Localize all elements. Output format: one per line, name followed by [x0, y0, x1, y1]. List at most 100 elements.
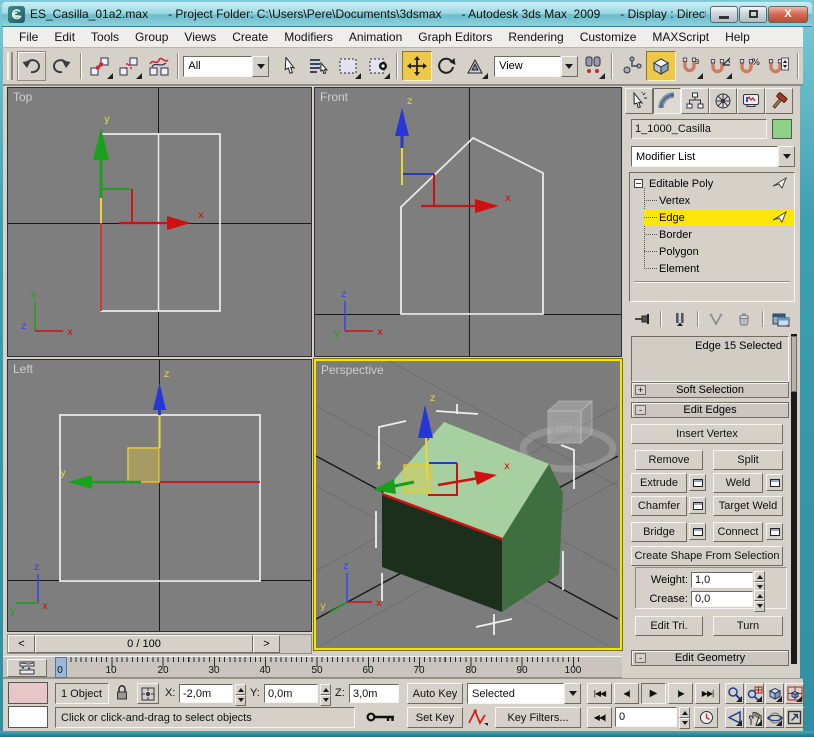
toolbar-drag-handle[interactable] — [7, 52, 13, 80]
key-mode-toggle-button[interactable]: ◀◀| — [587, 707, 612, 728]
reference-coordinate-dropdown[interactable]: View — [494, 55, 578, 77]
rollout-soft-selection[interactable]: + Soft Selection — [631, 382, 789, 398]
menu-maxscript[interactable]: MAXScript — [644, 28, 717, 46]
make-unique-button[interactable] — [705, 309, 727, 329]
rollout-collapse-icon[interactable]: - — [635, 405, 646, 415]
stack-row-editable-poly[interactable]: Editable Poly — [634, 175, 794, 192]
tab-hierarchy[interactable] — [681, 88, 709, 114]
stack-row-element[interactable]: Element — [644, 260, 794, 277]
viewport-left-canvas[interactable]: z y z y x — [8, 360, 311, 631]
use-pivot-point-center-button[interactable] — [578, 51, 607, 81]
viewport-left[interactable]: z y z y x Left — [7, 359, 312, 632]
connect-settings-button[interactable] — [766, 523, 783, 540]
viewport-left-label[interactable]: Left — [13, 362, 33, 376]
maxscript-mini-listener-white[interactable] — [8, 706, 48, 728]
viewport-top-canvas[interactable]: y x y x z — [8, 88, 311, 356]
remove-button[interactable]: Remove — [635, 450, 703, 470]
maximize-viewport-toggle-button[interactable] — [785, 707, 804, 728]
viewport-perspective-canvas[interactable]: z y x z y x — [316, 361, 618, 646]
viewport-perspective[interactable]: z y x z y x Perspective — [313, 358, 623, 651]
menu-modifiers[interactable]: Modifiers — [276, 28, 341, 46]
weight-spinner[interactable] — [754, 570, 765, 593]
arc-rotate-button[interactable] — [765, 707, 784, 728]
title-bar[interactable]: ES_Casilla_01a2.max - Project Folder: C:… — [2, 2, 812, 27]
configure-modifier-sets-button[interactable] — [770, 309, 792, 329]
bridge-button[interactable]: Bridge — [631, 522, 687, 542]
select-object-button[interactable] — [275, 51, 304, 81]
tab-modify[interactable] — [653, 88, 681, 114]
stack-row-edge[interactable]: Edge — [644, 209, 794, 226]
pin-stack-button[interactable] — [632, 309, 654, 329]
extrude-settings-button[interactable] — [689, 474, 706, 491]
show-end-result-button[interactable] — [669, 309, 691, 329]
rollout-edit-geometry[interactable]: - Edit Geometry — [631, 650, 789, 666]
insert-vertex-button[interactable]: Insert Vertex — [631, 424, 783, 444]
time-slider-next-button[interactable]: > — [253, 635, 280, 653]
weld-settings-button[interactable] — [766, 474, 783, 491]
viewport-front-canvas[interactable]: z x z x y — [315, 88, 621, 356]
rectangular-selection-region-button[interactable] — [334, 51, 363, 81]
stack-row-vertex[interactable]: Vertex — [644, 192, 794, 209]
pan-button[interactable] — [745, 707, 764, 728]
key-filters-button[interactable]: Key Filters... — [495, 707, 581, 728]
frame-spinner[interactable] — [679, 707, 690, 729]
panel-scrollbar-thumb[interactable] — [791, 336, 797, 392]
zoom-extents-button[interactable] — [765, 683, 784, 704]
zoom-button[interactable] — [725, 683, 744, 704]
menu-file[interactable]: File — [11, 28, 46, 46]
angle-snap-button[interactable] — [705, 51, 734, 81]
auto-key-button[interactable]: Auto Key — [407, 683, 463, 704]
dropdown-arrow-icon[interactable] — [252, 55, 270, 77]
object-name-field[interactable] — [631, 119, 767, 139]
spinner-snap-button[interactable] — [764, 51, 793, 81]
select-and-move-button[interactable] — [402, 51, 432, 81]
menu-tools[interactable]: Tools — [83, 28, 127, 46]
panel-scrollbar[interactable] — [791, 334, 797, 664]
menu-edit[interactable]: Edit — [46, 28, 83, 46]
viewport-perspective-label[interactable]: Perspective — [321, 363, 384, 377]
x-spinner[interactable] — [235, 684, 246, 706]
dropdown-arrow-icon[interactable] — [564, 683, 581, 704]
weight-field[interactable] — [691, 571, 753, 588]
next-frame-button[interactable]: |▶ — [668, 683, 693, 704]
window-crossing-toggle-button[interactable] — [363, 51, 392, 81]
menu-customize[interactable]: Customize — [572, 28, 645, 46]
viewport-front-label[interactable]: Front — [320, 90, 348, 104]
percent-snap-button[interactable]: % — [734, 51, 763, 81]
stack-row-border[interactable]: Border — [644, 226, 794, 243]
selection-set-dropdown[interactable]: Selected — [467, 683, 581, 704]
viewport-front[interactable]: z x z x y Front — [314, 87, 622, 357]
menu-animation[interactable]: Animation — [341, 28, 410, 46]
x-coordinate-field[interactable] — [179, 684, 233, 703]
menu-graph-editors[interactable]: Graph Editors — [410, 28, 500, 46]
select-and-rotate-button[interactable] — [432, 51, 461, 81]
selection-lock-toggle[interactable] — [115, 684, 129, 705]
zoom-all-button[interactable] — [745, 683, 764, 704]
menu-group[interactable]: Group — [127, 28, 176, 46]
select-and-link-button[interactable] — [86, 51, 115, 81]
edit-tri-button[interactable]: Edit Tri. — [635, 616, 703, 636]
menu-rendering[interactable]: Rendering — [500, 28, 571, 46]
extrude-button[interactable]: Extrude — [631, 473, 687, 493]
tab-motion[interactable] — [709, 88, 737, 114]
collapse-icon[interactable] — [634, 179, 643, 188]
undo-button[interactable] — [16, 51, 47, 81]
open-mini-curve-editor-button[interactable] — [7, 659, 47, 677]
turn-button[interactable]: Turn — [713, 616, 783, 636]
y-spinner[interactable] — [320, 684, 331, 706]
viewport-top[interactable]: y x y x z Top — [7, 87, 312, 357]
stack-row-polygon[interactable]: Polygon — [644, 243, 794, 260]
time-slider-handle[interactable]: 0 / 100 — [35, 635, 253, 653]
tab-create[interactable] — [625, 88, 653, 114]
menu-views[interactable]: Views — [176, 28, 224, 46]
select-and-manipulate-button[interactable] — [617, 51, 646, 81]
set-key-button[interactable]: Set Key — [407, 707, 463, 728]
previous-frame-button[interactable]: ◀| — [614, 683, 639, 704]
select-and-scale-button[interactable] — [461, 51, 490, 81]
chamfer-settings-button[interactable] — [689, 497, 706, 514]
tab-display[interactable] — [737, 88, 765, 114]
crease-field[interactable] — [691, 590, 753, 607]
target-weld-button[interactable]: Target Weld — [713, 496, 783, 516]
viewport-top-label[interactable]: Top — [13, 90, 32, 104]
bind-to-spacewarp-button[interactable] — [144, 51, 173, 81]
